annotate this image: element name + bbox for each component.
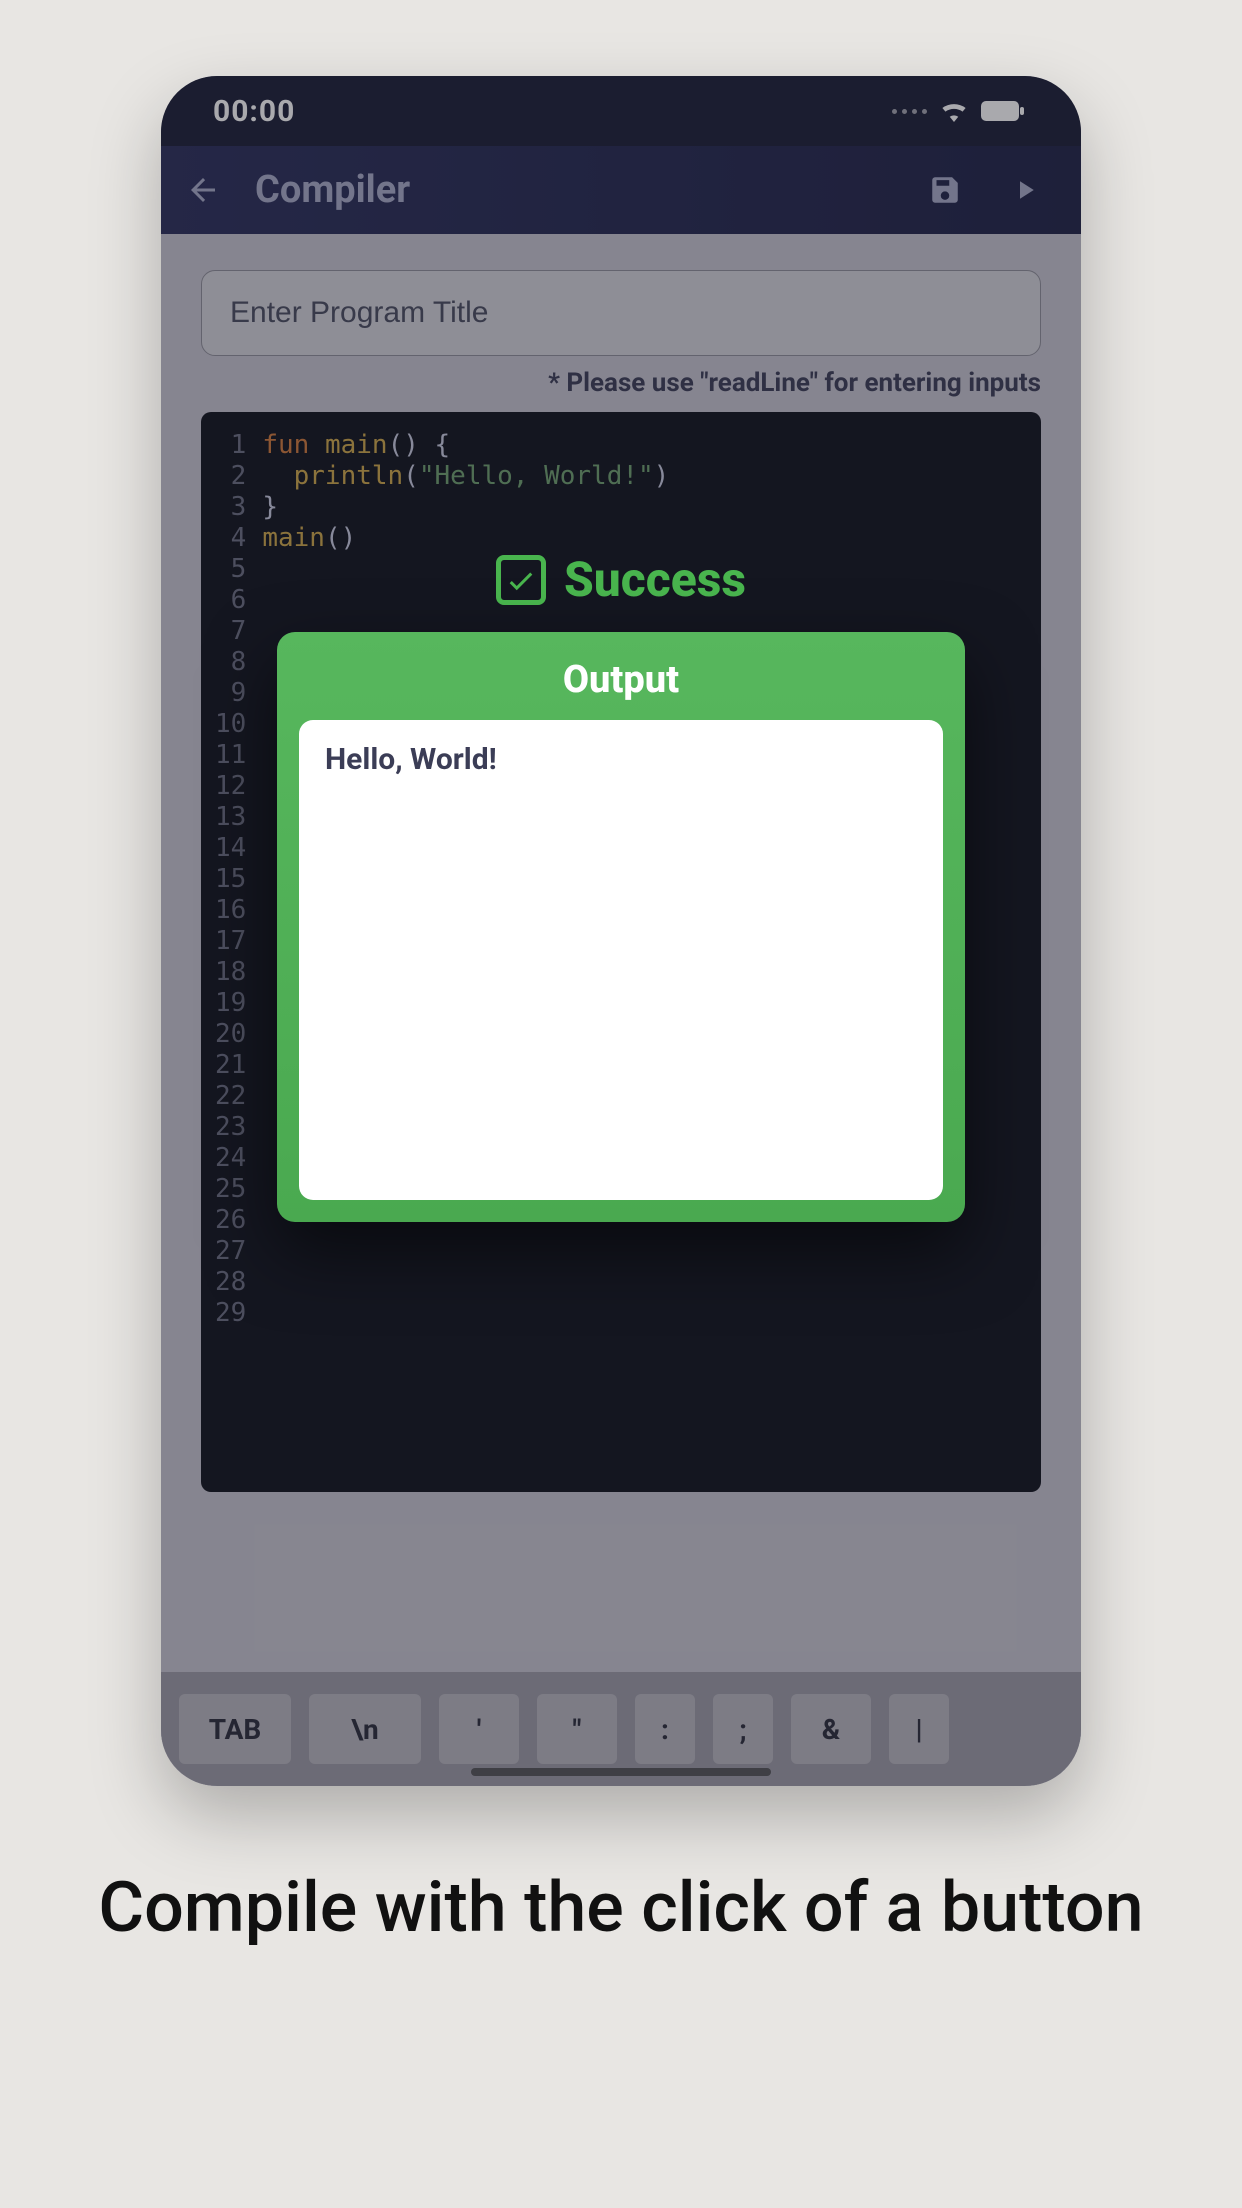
key-sym[interactable]: '	[439, 1694, 519, 1764]
key-sym[interactable]: :	[635, 1694, 695, 1764]
input-hint: * Please use "readLine" for entering inp…	[161, 356, 1081, 398]
wifi-icon	[939, 100, 969, 122]
status-bar: 00:00	[161, 76, 1081, 146]
run-button[interactable]	[997, 162, 1053, 218]
back-button[interactable]	[175, 162, 231, 218]
cellular-icon	[892, 109, 927, 114]
key-symn[interactable]: \n	[309, 1694, 421, 1764]
arrow-left-icon	[185, 172, 221, 208]
play-icon	[1010, 175, 1040, 205]
key-sym[interactable]: "	[537, 1694, 617, 1764]
appbar-title: Compiler	[255, 168, 893, 212]
key-sym[interactable]: &	[791, 1694, 871, 1764]
battery-icon	[981, 101, 1025, 121]
output-text: Hello, World!	[299, 720, 943, 1200]
save-button[interactable]	[917, 162, 973, 218]
line-gutter: 1234567891011121314151617181920212223242…	[201, 412, 256, 1492]
key-TAB[interactable]: TAB	[179, 1694, 291, 1764]
program-title-input[interactable]	[201, 270, 1041, 356]
output-modal[interactable]: Output Hello, World!	[277, 632, 965, 1222]
phone-frame: 00:00 Compiler * Please use "readLine" f…	[161, 76, 1081, 1786]
status-right	[892, 100, 1025, 122]
key-sym[interactable]: ;	[713, 1694, 773, 1764]
app-bar: Compiler	[161, 146, 1081, 234]
status-time: 00:00	[213, 94, 295, 129]
save-icon	[928, 173, 962, 207]
output-title: Output	[299, 650, 943, 720]
marketing-caption: Compile with the click of a button	[71, 1866, 1171, 1950]
key-sym[interactable]: |	[889, 1694, 949, 1764]
home-indicator	[471, 1768, 771, 1776]
